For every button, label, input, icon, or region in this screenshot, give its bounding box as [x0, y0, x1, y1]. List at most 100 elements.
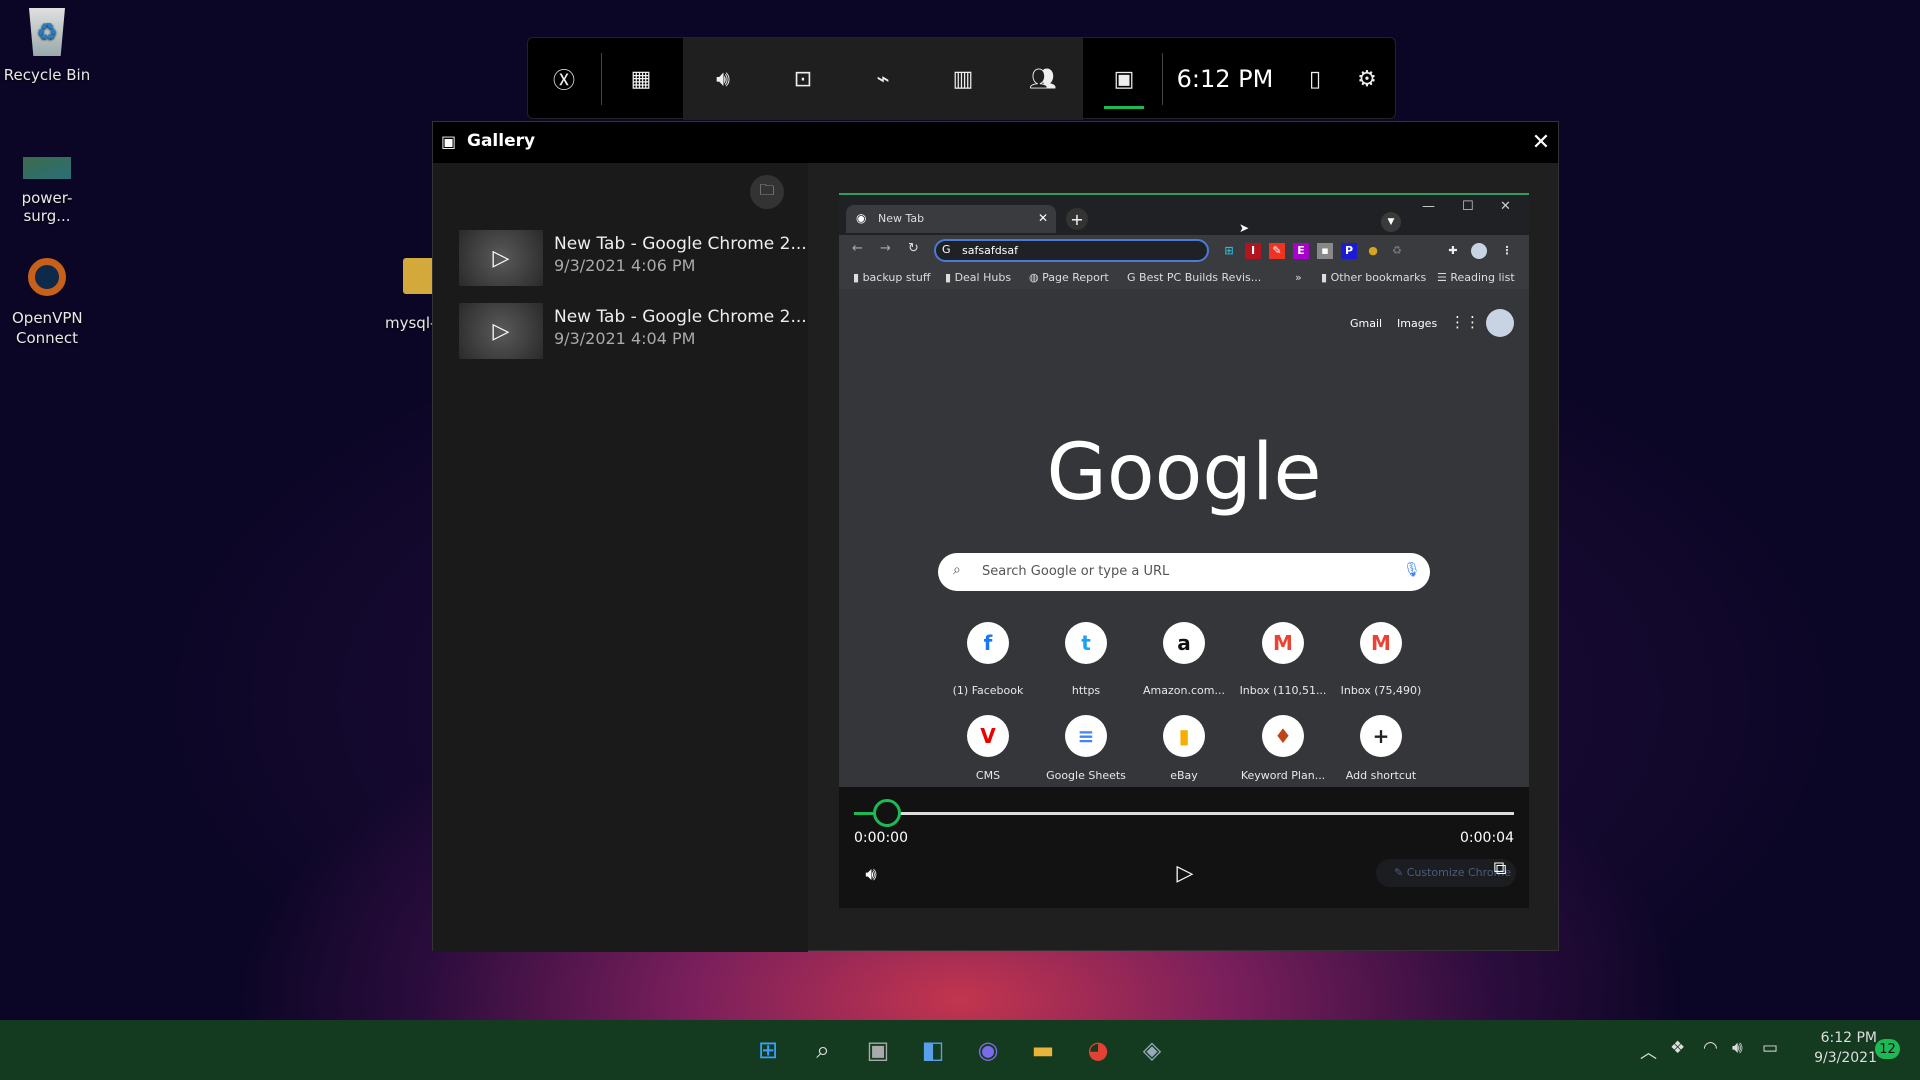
images-link: Images [1397, 317, 1438, 330]
taskbar-clock[interactable]: 6:12 PM 9/3/2021 [1805, 1028, 1877, 1068]
desktop-icon-label: OpenVPN Connect [12, 309, 83, 347]
reload-icon: ↻ [908, 241, 919, 256]
divider [601, 53, 602, 105]
audio-icon[interactable]: 🔊︎ [693, 38, 753, 120]
extensions-puzzle-icon: ✚ [1448, 244, 1458, 257]
bookmark-label: Best PC Builds Revis... [1139, 271, 1262, 284]
profile-avatar [1471, 243, 1487, 259]
divider [1162, 53, 1163, 105]
wifi-icon[interactable]: ◠ [1703, 1038, 1718, 1058]
performance-icon[interactable]: ⌁ [853, 38, 913, 120]
xbox-icon[interactable]: Ⓧ [534, 38, 594, 120]
shortcut-tile: + Add shortcut [1331, 715, 1431, 782]
shortcut-label: Inbox (110,51... [1239, 684, 1327, 697]
play-button[interactable]: ▷ [1169, 857, 1201, 889]
capture-date: 9/3/2021 4:04 PM [554, 329, 696, 348]
seek-handle[interactable] [873, 799, 901, 827]
new-tab-icon: + [1066, 208, 1088, 230]
performance-overlay-icon[interactable]: ▦ [611, 38, 671, 120]
search-box: ⌕ Search Google or type a URL 🎙︎ [938, 553, 1430, 591]
capture-date: 9/3/2021 4:06 PM [554, 256, 696, 275]
taskbar-date: 9/3/2021 [1814, 1050, 1877, 1066]
forward-icon: → [880, 241, 891, 256]
extension-icon: ▪ [1317, 243, 1333, 259]
video-thumbnail: ▷ [459, 303, 543, 359]
show-hidden-icons-chevron[interactable]: ︿ [1640, 1038, 1657, 1063]
profile-avatar [1486, 309, 1514, 337]
extension-icon: ✎ [1269, 243, 1285, 259]
window-title: Gallery [467, 131, 536, 151]
task-view-icon[interactable]: ▣ [860, 1032, 896, 1068]
bookmark-label: Deal Hubs [954, 271, 1012, 284]
teams-chat-icon[interactable]: ◉ [970, 1032, 1006, 1068]
new-tab-page: Gmail Images ⋮⋮ Google ⌕ Search Google o… [839, 289, 1529, 787]
extension-icon: I [1245, 243, 1261, 259]
cast-button[interactable]: ⧉ [1485, 853, 1515, 883]
dropbox-icon[interactable]: ❖ [1670, 1038, 1685, 1058]
mouse-icon[interactable]: ▯ [1285, 38, 1345, 120]
ebay-icon: ▮ [1163, 715, 1205, 757]
resources-icon[interactable]: ▥ [933, 38, 993, 120]
widgets-icon[interactable]: ◧ [915, 1032, 951, 1068]
seek-bar[interactable] [854, 799, 1514, 827]
gallery-window: ▣ Gallery ✕ 🗀︎ ▷ New Tab - Google Chrome… [432, 121, 1559, 952]
close-tab-icon: ✕ [1038, 211, 1049, 225]
cms-icon: V [967, 715, 1009, 757]
shortcut-label: Amazon.com... [1143, 684, 1225, 697]
folder-icon: 🗀︎ [759, 180, 775, 199]
shortcut-label: eBay [1170, 769, 1198, 782]
gallery-header: ▣ Gallery ✕ [433, 122, 1558, 163]
taskbar [0, 1020, 1920, 1080]
search-icon[interactable]: ⌕ [805, 1032, 841, 1068]
extension-icon: ● [1368, 244, 1378, 257]
gmail-link: Gmail [1350, 317, 1383, 330]
capture-list-item[interactable]: ▷ New Tab - Google Chrome 2... 9/3/2021 … [459, 230, 807, 290]
keyword-planner-icon: ♦ [1262, 715, 1304, 757]
shortcut-tile: ≡ Google Sheets [1036, 715, 1136, 782]
search-icon: ⌕ [953, 562, 961, 578]
open-folder-button[interactable]: 🗀︎ [750, 175, 784, 209]
gallery-icon: ▣ [441, 132, 457, 151]
capture-icon[interactable]: ⊡ [773, 38, 833, 120]
recycle-bin-icon: ♻ [29, 8, 65, 56]
bookmark-label: Page Report [1042, 271, 1109, 284]
xbox-game-bar-icon[interactable]: ◈ [1134, 1032, 1170, 1068]
file-explorer-icon[interactable]: ▬ [1025, 1032, 1061, 1068]
video-frame[interactable]: ◉ New Tab ✕ + ▼ — ☐ ✕ ➤ ← → ↻ G safsafds… [839, 193, 1529, 787]
desktop-icon-openvpn[interactable]: OpenVPN Connect [0, 258, 95, 348]
bookmark-label: Reading list [1450, 271, 1515, 284]
shortcut-tile: ▮ eBay [1134, 715, 1234, 782]
gmail-icon: M [1360, 622, 1402, 664]
google-sheets-icon: ≡ [1065, 715, 1107, 757]
desktop-icon-power-surge[interactable]: power-surg... [0, 157, 95, 225]
capture-title: New Tab - Google Chrome 2... [554, 234, 807, 254]
volume-button[interactable]: 🔊︎ [856, 859, 886, 889]
volume-icon[interactable]: 🔊︎ [1732, 1038, 1743, 1058]
settings-icon[interactable]: ⚙ [1337, 38, 1397, 120]
chrome-icon[interactable]: ◕ [1080, 1032, 1116, 1068]
close-button[interactable]: ✕ [1525, 126, 1557, 158]
google-logo: Google [1046, 428, 1322, 518]
battery-icon[interactable]: ▭ [1762, 1038, 1778, 1058]
shortcut-tile: M Inbox (75,490) [1331, 622, 1431, 697]
start-icon[interactable]: ⊞ [750, 1032, 786, 1068]
video-player: ◉ New Tab ✕ + ▼ — ☐ ✕ ➤ ← → ↻ G safsafds… [839, 193, 1529, 908]
shortcut-tile: t https [1036, 622, 1136, 697]
shortcut-label: Inbox (75,490) [1340, 684, 1422, 697]
back-icon: ← [852, 241, 863, 256]
play-icon: ▷ [492, 245, 510, 271]
amazon-icon: a [1163, 622, 1205, 664]
search-placeholder: Search Google or type a URL [982, 564, 1170, 579]
extension-icon: E [1293, 243, 1309, 259]
bookmark: ▮ Other bookmarks [1321, 271, 1427, 284]
video-thumbnail: ▷ [459, 230, 543, 286]
desktop-icon-recycle-bin[interactable]: ♻ Recycle Bin [0, 8, 95, 84]
shortcut-tile: ♦ Keyword Plan... [1233, 715, 1333, 782]
image-thumbnail-icon [23, 157, 71, 179]
mouse-cursor-icon: ➤ [1239, 221, 1250, 235]
social-icon[interactable]: 👥︎ [1013, 38, 1073, 120]
shortcut-label: (1) Facebook [952, 684, 1024, 697]
clock: 6:12 PM [1176, 65, 1274, 93]
capture-list-item[interactable]: ▷ New Tab - Google Chrome 2... 9/3/2021 … [459, 303, 807, 363]
notification-badge[interactable]: 12 [1875, 1039, 1900, 1059]
